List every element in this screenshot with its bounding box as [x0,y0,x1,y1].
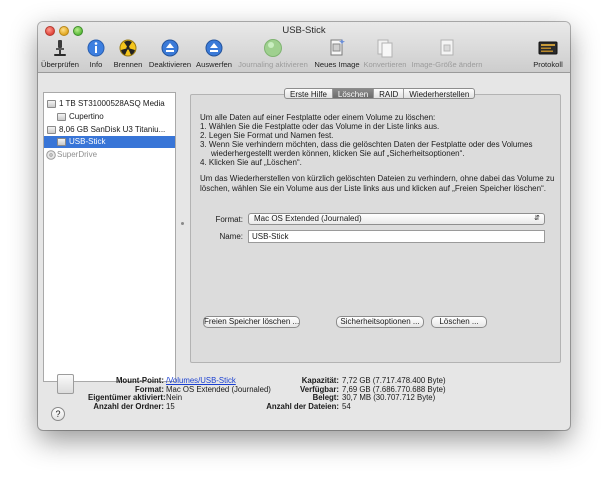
tab-first-aid[interactable]: Erste Hilfe [285,89,333,98]
secure-erase-note: Um das Wiederherstellen von kürzlich gel… [200,174,555,183]
erase-free-space-button[interactable]: Freien Speicher löschen ... [203,316,300,328]
resize-image-label: Image-Größe ändern [411,60,483,69]
log-toolbar-button[interactable]: Protokoll [528,38,568,72]
unmount-toolbar-button[interactable]: Deaktivieren [147,38,193,72]
eject-label: Auswerfen [196,60,232,69]
updown-arrows-icon: ⇵ [534,215,540,222]
sidebar-item-disk-sandisk[interactable]: 8,06 GB SanDisk U3 Titaniu... [44,124,175,136]
sidebar-item-label: Cupertino [69,112,104,121]
convert-label: Konvertieren [363,60,407,69]
sidebar-item-label: SuperDrive [57,150,98,159]
disk-list-sidebar: 1 TB ST31000528ASQ Media Cupertino 8,06 … [43,92,176,382]
convert-toolbar-button[interactable]: Konvertieren [363,38,407,72]
resize-image-toolbar-button[interactable]: Image-Größe ändern [408,38,486,72]
volume-icon [57,138,66,146]
enable-journaling-label: Journaling aktivieren [238,60,308,69]
toolbar: USB-Stick Überprüfen Info Brennen Deakti… [38,22,570,73]
file-count-value: 54 [342,401,351,411]
info-label: Info [89,60,103,69]
new-image-icon [330,39,345,56]
sidebar-item-volume-usb-stick[interactable]: USB-Stick [44,136,175,148]
info-icon [87,39,105,57]
erase-button[interactable]: Löschen ... [431,316,487,328]
resize-image-icon [440,39,454,56]
eject-toolbar-button[interactable]: Auswerfen [194,38,234,72]
volume-icon [57,113,66,121]
log-label: Protokoll [533,60,563,69]
sidebar-item-label: USB-Stick [69,137,106,146]
secure-erase-note: löschen, wählen Sie ein Volume aus der L… [200,184,546,193]
sidebar-item-superdrive[interactable]: SuperDrive [44,149,175,161]
disk-utility-window: USB-Stick Überprüfen Info Brennen Deakti… [38,22,570,430]
info-toolbar-button[interactable]: Info [83,38,109,72]
used-value: 30,7 MB (30.707.712 Byte) [342,393,436,403]
eject-icon [205,39,223,57]
tab-erase[interactable]: Löschen [332,89,375,98]
erase-instructions-step: 4. Klicken Sie auf „Löschen“. [200,158,302,167]
verify-label: Überprüfen [41,60,79,69]
name-label: Name: [219,232,243,241]
usb-volume-icon [57,374,74,394]
tab-restore[interactable]: Wiederherstellen [404,89,474,98]
convert-icon [377,39,393,58]
journaling-icon [264,39,282,57]
optical-drive-icon [46,150,56,160]
verify-toolbar-button[interactable]: Überprüfen [38,38,82,72]
format-selected-value: Mac OS Extended (Journaled) [254,214,362,223]
help-button[interactable]: ? [51,407,65,421]
unmount-icon [161,39,179,57]
tab-raid[interactable]: RAID [374,89,405,98]
enable-journaling-toolbar-button[interactable]: Journaling aktivieren [235,38,311,72]
volume-name-field[interactable]: USB-Stick [248,230,545,243]
microscope-icon [54,40,66,56]
security-options-button[interactable]: Sicherheitsoptionen ... [336,316,424,328]
sidebar-item-volume-cupertino[interactable]: Cupertino [44,111,175,123]
hard-disk-icon [47,100,56,108]
unmount-label: Deaktivieren [148,60,192,69]
log-icon [538,41,558,55]
format-select[interactable]: Mac OS Extended (Journaled) ⇵ [248,213,545,225]
sidebar-item-disk-1tb[interactable]: 1 TB ST31000528ASQ Media [44,98,175,110]
sidebar-item-label: 8,06 GB SanDisk U3 Titaniu... [59,125,166,134]
usb-disk-icon [47,126,56,134]
sidebar-item-label: 1 TB ST31000528ASQ Media [59,99,165,108]
window-title: USB-Stick [282,25,326,36]
format-label: Format: [215,215,243,224]
folder-count-label: Anzahl der Ordner: [93,401,164,411]
burn-label: Brennen [113,60,143,69]
tab-bar: Erste Hilfe Löschen RAID Wiederherstelle… [284,88,476,99]
file-count-label: Anzahl der Dateien: [266,401,339,411]
burn-toolbar-button[interactable]: Brennen [110,38,146,72]
burn-icon [119,39,137,57]
new-image-toolbar-button[interactable]: Neues Image [312,38,362,72]
new-image-label: Neues Image [314,60,360,69]
